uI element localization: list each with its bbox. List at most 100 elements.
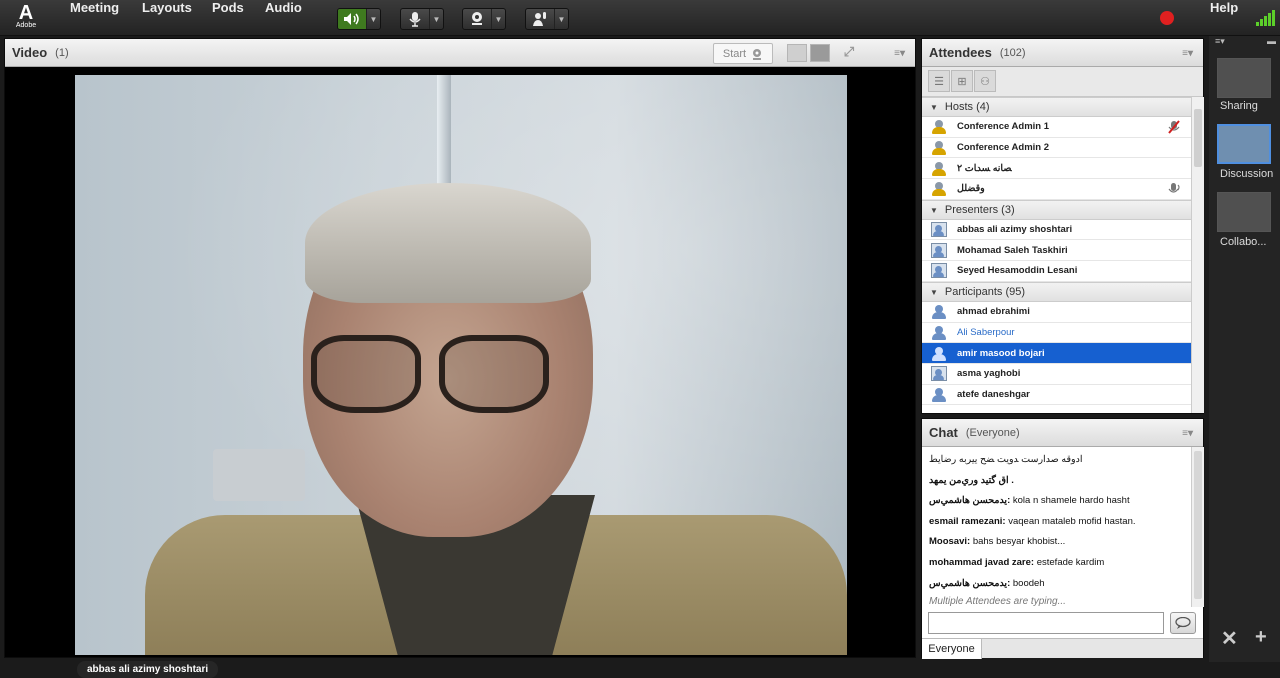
start-webcam-button[interactable]: Start [713,43,773,64]
group-presenters-label: Presenters (3) [944,203,1015,216]
layout-collaboration-thumbnail[interactable] [1217,192,1271,232]
chat-input[interactable] [928,612,1164,634]
typing-indicator: Multiple Attendees are typing... [929,596,1066,607]
video-name-tag: abbas ali azimy shoshtari [77,661,219,678]
scrollbar-thumb[interactable] [1194,451,1202,599]
single-view-icon[interactable] [810,44,830,62]
list-item[interactable]: ahmad ebrahimi [922,302,1191,323]
chat-text: boodeh [1012,577,1045,589]
list-item[interactable]: Conference Admin 1 [922,117,1191,138]
attendees-pod-menu-icon[interactable]: ≡▾ [1182,48,1193,59]
list-view-icon[interactable]: ☰ [928,70,950,92]
attendee-name: ﻭﻗﻀﻠﻞ [957,183,985,195]
participant-icon [931,346,947,361]
video-pod: Video (1) Start ⤢ ≡▾ abbas ali azimy sho… [4,38,916,678]
help-menu[interactable]: Help [1210,0,1238,15]
scrollbar-thumb[interactable] [1194,109,1202,167]
layout-discussion-label[interactable]: Discussion [1220,168,1273,180]
chat-scrollbar[interactable] [1191,447,1204,607]
video-pod-menu-icon[interactable]: ≡▾ [894,48,905,59]
breakout-view-icon[interactable]: ⊞ [951,70,973,92]
adobe-logo-mark: A [18,2,34,24]
menu-pods[interactable]: Pods [212,0,244,36]
chat-message: mohammad javad zare: estefade kardim [929,555,1184,576]
host-icon [931,119,947,135]
speaker-button[interactable]: ▼ [337,8,381,30]
group-hosts-label: Hosts (4) [944,101,990,113]
layouts-collapse-icon[interactable]: ▬ [1267,36,1276,46]
chat-text: bahs besyar khobist... [972,536,1066,548]
chat-message: ﻳﺪﻣﺤﺴﻦ ﻫﺎﺷﻤﻲﺱ: kola n shamele hardo hash… [929,493,1184,514]
chat-pod-title: Chat [929,425,958,440]
adobe-logo: A Adobe [12,2,40,32]
filmstrip-view-icon[interactable] [787,44,807,62]
attendee-name: atefe daneshgar [957,388,1030,400]
chat-text: vaqean mataleb mofid hastan. [1008,515,1136,527]
connection-signal-icon [1256,10,1276,26]
speaker-dropdown-icon[interactable]: ▼ [366,9,380,29]
layouts-menu-icon[interactable]: ≡▾ [1215,36,1225,47]
microphone-icon [401,9,429,29]
raise-hand-button[interactable]: ▼ [525,8,569,30]
layout-collaboration-label[interactable]: Collabo... [1220,236,1266,248]
chat-footer: Everyone [922,638,1203,659]
attendees-count: (102) [999,46,1026,59]
list-item[interactable]: ﻭﻗﻀﻠﻞ [922,179,1191,200]
video-pod-title: Video [12,45,48,60]
attendees-pod-title: Attendees [929,45,992,60]
attendee-name: Mohamad Saleh Taskhiri [957,244,1068,256]
list-item[interactable]: abbas ali azimy shoshtari [922,220,1191,241]
group-hosts[interactable]: ▼ Hosts (4) [922,97,1191,117]
webcam-button[interactable]: ▼ [462,8,506,30]
list-item[interactable]: Ali Saberpour [922,323,1191,344]
chat-text: ﺍﺩﻭﻗﻪ ﺻﺪﺍﺭﺳﺖ ﺪﻭﻳﺖ ﻀﺢ ﻳﻴﺮﺑﻪ ﺭﺿﺎﻳﻂ [929,454,1083,465]
mic-muted-icon [1168,120,1180,134]
record-indicator-icon[interactable] [1160,11,1174,25]
send-message-button[interactable] [1170,612,1196,634]
host-icon [931,161,947,176]
status-dropdown-icon[interactable]: ▼ [554,9,568,29]
group-presenters[interactable]: ▼ Presenters (3) [922,199,1191,220]
tools-icon[interactable]: ✕ [1221,626,1238,651]
layouts-panel: ≡▾ ▬ Sharing Discussion Collabo... ✕ + [1209,36,1280,662]
speech-bubble-icon [1175,617,1191,629]
collapse-arrow-icon: ▼ [930,287,938,297]
chat-sender: Moosavi: [929,536,971,548]
microphone-dropdown-icon[interactable]: ▼ [429,9,443,29]
participant-icon [931,325,947,340]
adobe-logo-text: Adobe [15,22,37,29]
status-view-icon[interactable]: ⚇ [974,70,996,92]
layout-sharing-label[interactable]: Sharing [1220,100,1258,112]
mic-speaking-icon [1168,183,1180,193]
group-participants[interactable]: ▼ Participants (95) [922,281,1191,302]
fullscreen-icon[interactable]: ⤢ [839,44,859,62]
list-item[interactable]: Seyed Hesamoddin Lesani [922,261,1191,282]
list-item[interactable]: ﺼﺎﻧﻪ ﺴﺪﺎﺕ ٢ [922,158,1191,180]
attendee-name: ﺼﺎﻧﻪ ﺴﺪﺎﺕ ٢ [957,162,1012,174]
list-item-selected[interactable]: amir masood bojari [922,343,1191,364]
list-item[interactable]: atefe daneshgar [922,385,1191,406]
menu-meeting[interactable]: Meeting [70,0,119,36]
attendee-list-scrollbar[interactable] [1191,97,1204,413]
list-item[interactable]: asma yaghobi [922,364,1191,385]
participant-icon [931,366,947,382]
collapse-arrow-icon: ▼ [930,103,938,112]
menu-audio[interactable]: Audio [265,0,302,36]
chat-tab-everyone[interactable]: Everyone [922,639,982,659]
chat-pod-menu-icon[interactable]: ≡▾ [1182,428,1193,439]
presenter-icon [931,242,947,258]
chat-sender: ﻳﺪﻣﺤﺴﻦ ﻫﺎﺷﻤﻲﺱ: [929,577,1011,589]
list-item[interactable]: Mohamad Saleh Taskhiri [922,240,1191,262]
chat-pod-header: Chat (Everyone) ≡▾ [922,419,1203,447]
add-layout-icon[interactable]: + [1255,626,1267,649]
webcam-dropdown-icon[interactable]: ▼ [491,9,505,29]
menu-layouts[interactable]: Layouts [142,0,192,36]
chat-message: Moosavi: bahs besyar khobist... [929,534,1184,555]
attendee-name: Conference Admin 1 [957,121,1050,133]
participant-icon [931,387,947,402]
list-item[interactable]: Conference Admin 2 [922,138,1191,159]
layout-discussion-thumbnail[interactable] [1217,124,1271,164]
attendees-toolbar: ☰ ⊞ ⚇ [922,67,1203,97]
layout-sharing-thumbnail[interactable] [1217,58,1271,98]
microphone-button[interactable]: ▼ [400,8,444,30]
